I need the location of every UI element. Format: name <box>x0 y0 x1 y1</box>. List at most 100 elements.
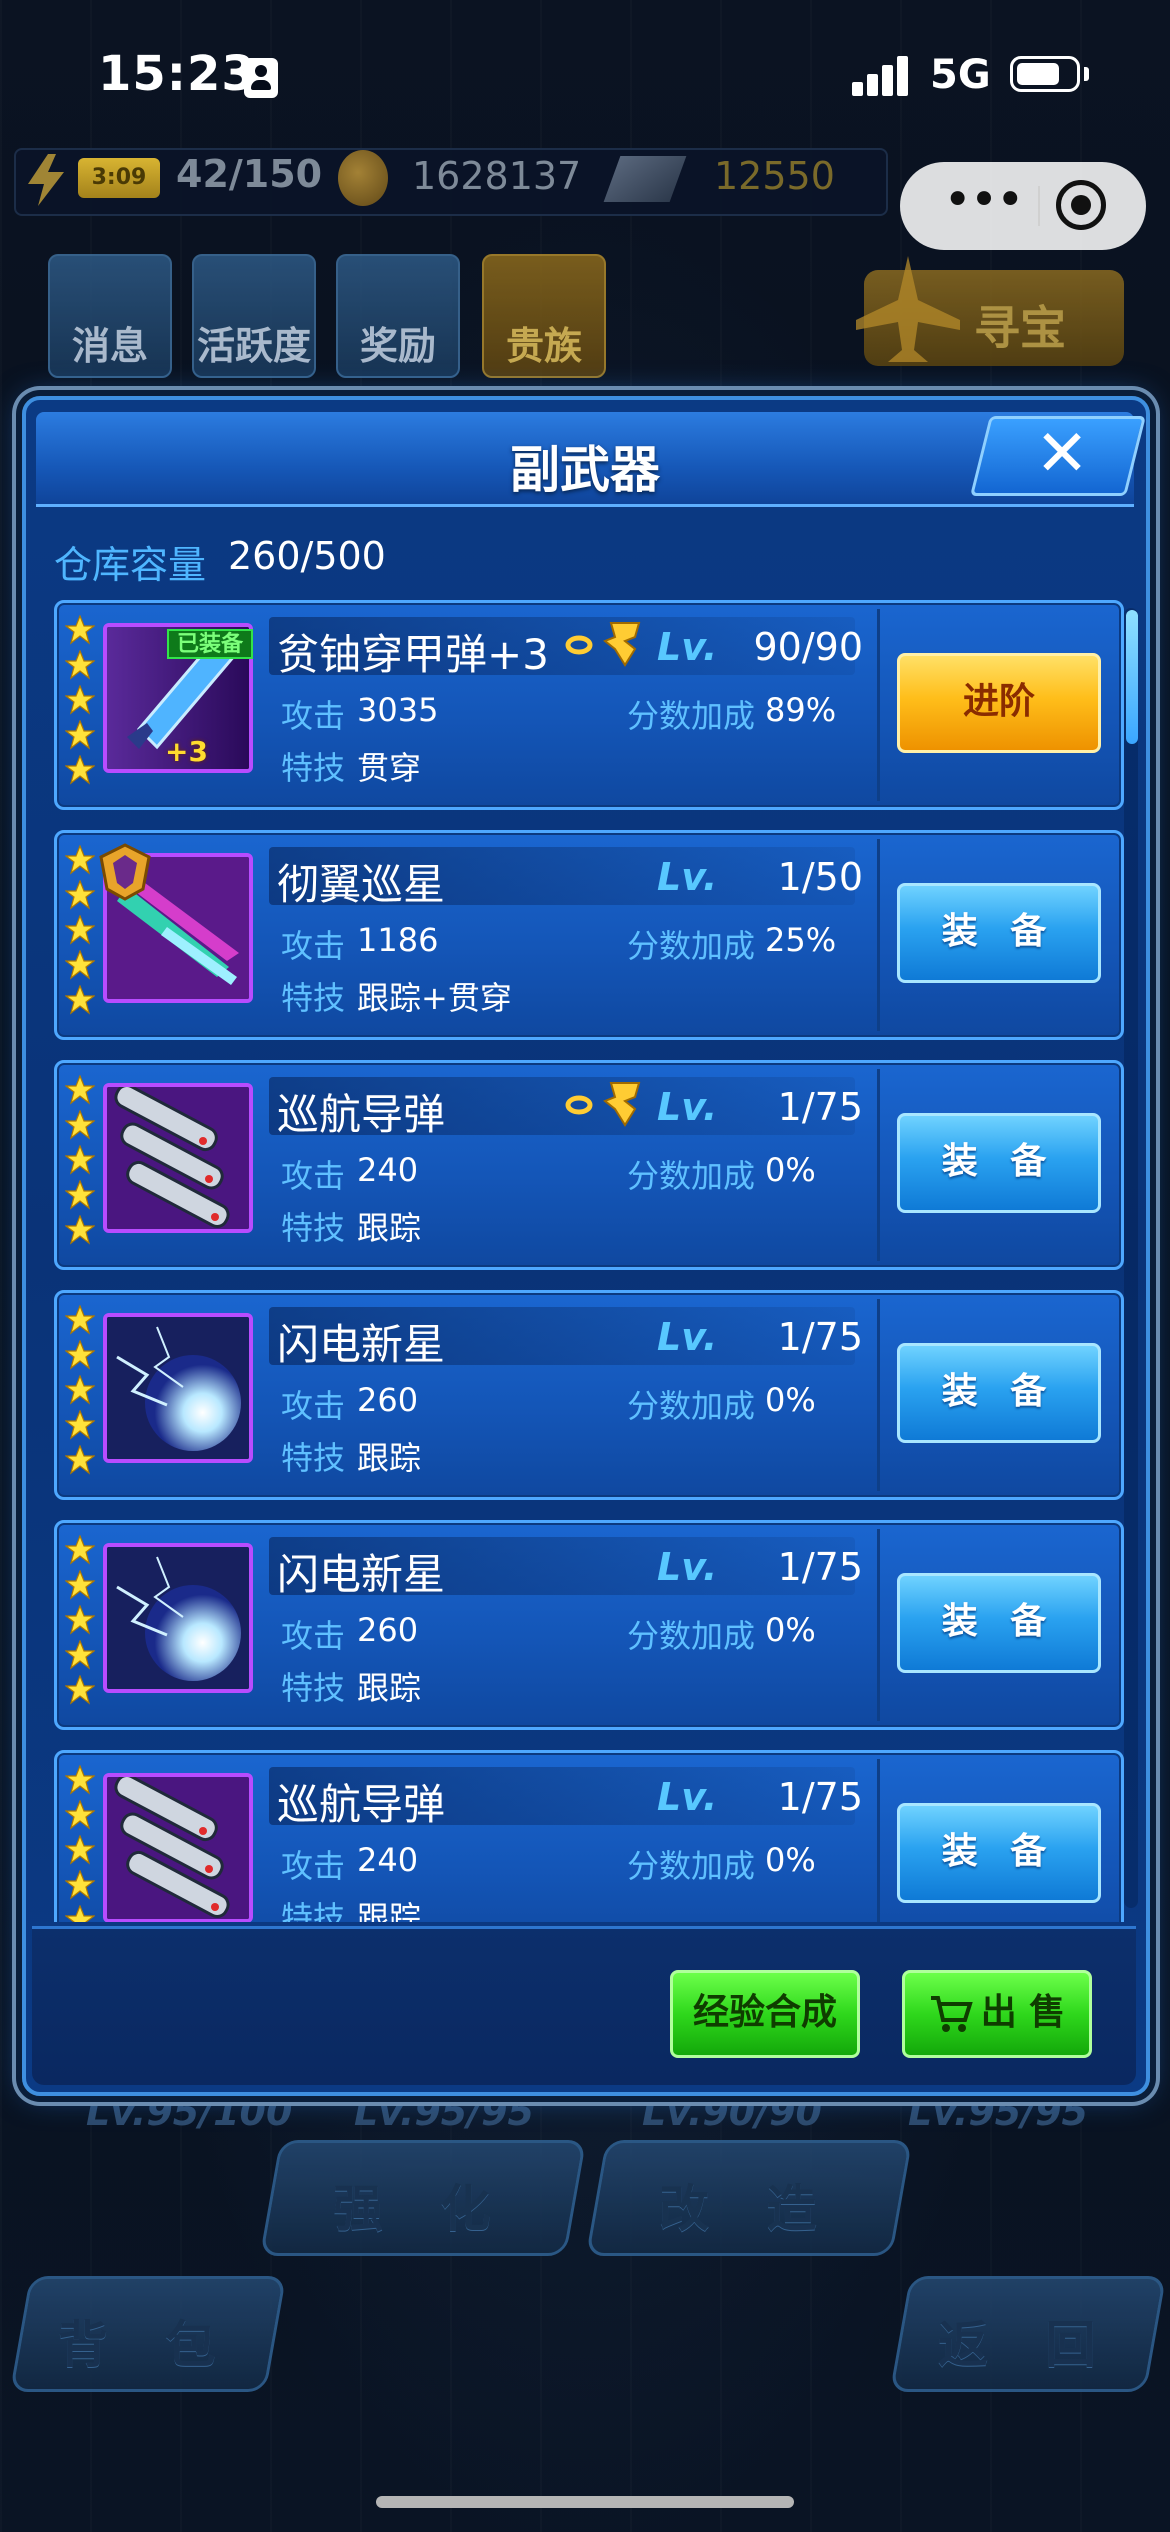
weapon-list[interactable]: 已装备 +3 贫铀穿甲弹+3 Lv. 90/90 攻击 3035 分数加成 89% 特技 贯穿 进阶彻… <box>44 600 1128 1922</box>
star-icon <box>65 1145 95 1175</box>
score-bonus-label: 分数加成 <box>627 1617 756 1655</box>
close-miniapp-icon[interactable] <box>1056 180 1106 230</box>
score-bonus-label: 分数加成 <box>627 1847 756 1885</box>
equip-button[interactable]: 装 备 <box>897 1803 1101 1903</box>
more-options-icon[interactable]: ••• <box>928 176 1038 232</box>
star-icon <box>65 615 95 645</box>
level-value: 1/75 <box>777 1085 863 1129</box>
scrollbar-thumb[interactable] <box>1126 610 1138 744</box>
attack-value: 3035 <box>357 691 439 729</box>
skill-value: 跟踪 <box>357 1209 422 1247</box>
weapon-list-item[interactable]: 彻翼巡星 Lv. 1/50 攻击 1186 分数加成 25% 特技 跟踪+贯穿 装 备 <box>54 830 1124 1040</box>
star-icon <box>65 1375 95 1405</box>
item-divider <box>877 1759 880 1922</box>
star-icon <box>65 1675 95 1705</box>
advance-button[interactable]: 进阶 <box>897 653 1101 753</box>
level-label: Lv. <box>657 1545 718 1589</box>
weapon-name: 巡航导弹 <box>277 1780 446 1829</box>
noble-label: 贵族 <box>505 324 582 368</box>
messages-label: 消息 <box>71 324 148 368</box>
skill-value: 跟踪 <box>357 1899 422 1922</box>
equip-button[interactable]: 装 备 <box>897 883 1101 983</box>
attack-value: 1186 <box>357 921 439 959</box>
level-value: 90/90 <box>753 625 863 669</box>
bg-level-1: Lv.95/100 <box>86 2090 293 2134</box>
star-icon <box>65 915 95 945</box>
score-bonus-label: 分数加成 <box>627 927 756 965</box>
weapon-list-item[interactable]: 闪电新星 Lv. 1/75 攻击 260 分数加成 0% 特技 跟踪 装 备 <box>54 1290 1124 1500</box>
star-icon <box>65 755 95 785</box>
back-button[interactable]: 返 回 <box>889 2276 1167 2392</box>
weapon-list-item[interactable]: 巡航导弹 Lv. 1/75 攻击 240 分数加成 0% 特技 跟踪 装 备 <box>54 1060 1124 1270</box>
status-bar: 15:23 5G <box>0 0 1170 150</box>
enhance-button[interactable]: 强 化 <box>259 2140 587 2256</box>
skill-value: 跟踪+贯穿 <box>357 979 512 1017</box>
star-icon <box>65 1110 95 1140</box>
attack-label: 攻击 <box>281 697 346 735</box>
rank-badge-icon <box>99 843 151 901</box>
backpack-label: 背 包 <box>58 2316 236 2374</box>
scrollbar-track[interactable] <box>1124 608 1138 1908</box>
star-icon <box>65 845 95 875</box>
star-rating <box>65 1765 99 1922</box>
weapon-thumbnail[interactable] <box>103 1773 253 1922</box>
noble-button[interactable]: 贵族 <box>482 254 606 378</box>
level-label: Lv. <box>657 1775 718 1819</box>
weapon-thumbnail[interactable] <box>103 1083 253 1233</box>
weapon-name: 贫铀穿甲弹+3 <box>277 630 549 679</box>
treasure-label: 寻宝 <box>974 301 1066 355</box>
weapon-list-item[interactable]: 巡航导弹 Lv. 1/75 攻击 240 分数加成 0% 特技 跟踪 装 备 <box>54 1750 1124 1922</box>
star-icon <box>65 985 95 1015</box>
skill-value: 贯穿 <box>357 749 422 787</box>
star-rating <box>65 1535 99 1710</box>
weapon-thumbnail[interactable] <box>103 1543 253 1693</box>
activity-label: 活跃度 <box>196 324 311 368</box>
sell-label: 出 售 <box>980 1992 1066 2033</box>
rewards-label: 奖励 <box>359 324 436 368</box>
activity-button[interactable]: 活跃度 <box>192 254 316 378</box>
capacity-value: 260/500 <box>228 534 386 578</box>
gem-value: 12550 <box>714 154 835 198</box>
capsule-divider <box>1038 186 1040 226</box>
attack-label: 攻击 <box>281 1387 346 1425</box>
equip-button[interactable]: 装 备 <box>897 1343 1101 1443</box>
star-icon <box>65 720 95 750</box>
equip-button[interactable]: 装 备 <box>897 1113 1101 1213</box>
capacity-label: 仓库容量 <box>54 543 207 587</box>
upgrade-plus-tag: +3 <box>165 735 208 768</box>
coin-value: 1628137 <box>412 154 582 198</box>
level-label: Lv. <box>657 1085 718 1129</box>
attack-label: 攻击 <box>281 927 346 965</box>
item-divider <box>877 609 880 801</box>
level-value: 1/75 <box>777 1545 863 1589</box>
equip-button[interactable]: 装 备 <box>897 1573 1101 1673</box>
skill-label: 特技 <box>281 1209 346 1247</box>
bg-level-4: Lv.95/95 <box>908 2090 1088 2134</box>
skill-label: 特技 <box>281 1439 346 1477</box>
modify-button[interactable]: 改 造 <box>585 2140 913 2256</box>
score-bonus-value: 0% <box>765 1841 816 1879</box>
cart-icon <box>930 1996 973 2032</box>
skill-label: 特技 <box>281 1669 346 1707</box>
sell-button[interactable]: 出 售 <box>902 1970 1092 2058</box>
weapon-thumbnail[interactable] <box>103 1313 253 1463</box>
battery-icon <box>1010 56 1080 92</box>
score-bonus-label: 分数加成 <box>627 697 756 735</box>
energy-value: 42/150 <box>176 152 323 196</box>
rewards-button[interactable]: 奖励 <box>336 254 460 378</box>
messages-button[interactable]: 消息 <box>48 254 172 378</box>
star-rating <box>65 615 99 790</box>
level-label: Lv. <box>657 1315 718 1359</box>
exp-combine-button[interactable]: 经验合成 <box>670 1970 860 2058</box>
close-icon[interactable]: ✕ <box>1032 414 1092 494</box>
coin-icon[interactable] <box>338 150 388 206</box>
backpack-button[interactable]: 背 包 <box>9 2276 287 2392</box>
star-icon <box>65 1340 95 1370</box>
attack-value: 260 <box>357 1611 419 1649</box>
star-rating <box>65 1075 99 1250</box>
lightning-nova-icon <box>107 1317 249 1459</box>
score-bonus-label: 分数加成 <box>627 1387 756 1425</box>
weapon-list-item[interactable]: 已装备 +3 贫铀穿甲弹+3 Lv. 90/90 攻击 3035 分数加成 89% 特技 贯穿 进阶 <box>54 600 1124 810</box>
weapon-list-item[interactable]: 闪电新星 Lv. 1/75 攻击 260 分数加成 0% 特技 跟踪 装 备 <box>54 1520 1124 1730</box>
lightning-nova-icon <box>107 1547 249 1689</box>
